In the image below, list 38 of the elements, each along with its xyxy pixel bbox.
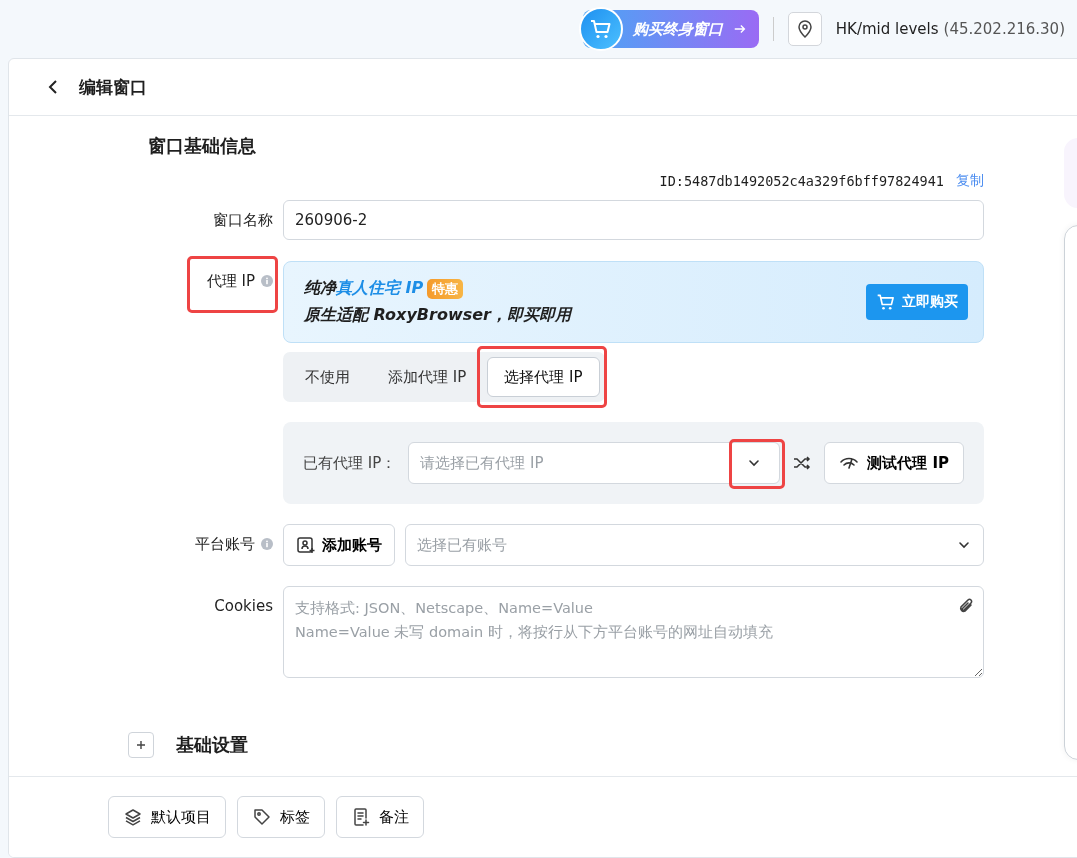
field-label: 窗口名称 [213,210,273,230]
page-title: 编辑窗口 [79,75,147,99]
footer-button[interactable]: 默认项目 [108,796,226,838]
proxy-mode-tab[interactable]: 添加代理 IP [371,357,484,397]
footer-button[interactable]: 标签 [237,796,325,838]
cart-icon [876,292,896,312]
section-title: 基础设置 [176,733,248,757]
info-icon [261,275,273,287]
window-id: ID:5487db1492052c4a329f6bff97824941 [659,173,944,189]
field-label: Cookies [214,597,273,615]
add-account-icon [296,535,316,555]
plus-icon [135,739,147,751]
discount-badge: 特惠 [427,278,464,299]
note-add-icon [351,807,371,827]
field-label: 平台账号 [195,534,255,554]
copy-link[interactable]: 复制 [956,172,984,190]
cookies-field[interactable]: 支持格式: JSON、Netscape、Name=Value Name=Value 未写 domain 时，将按行从下方平台账号的网址自动填充 [283,586,984,678]
field-label: 已有代理 IP： [303,453,397,473]
info-icon [261,538,273,550]
cart-icon [588,17,613,41]
test-proxy-button[interactable]: 测试代理 IP [824,442,964,484]
expand-toggle[interactable] [128,732,154,758]
add-account-button[interactable]: 添加账号 [283,524,395,566]
tag-icon [252,807,272,827]
banner-subtitle: 原生适配 RoxyBrowser，即买即用 [304,305,571,326]
proxy-mode-tab[interactable]: 不使用 [288,357,367,397]
location-button[interactable] [787,12,822,46]
proxy-mode-tab[interactable]: 选择代理 IP [487,357,600,397]
footer-button[interactable]: 备注 [336,796,424,838]
field-label: 代理 IP [206,271,255,291]
signal-icon [839,455,860,471]
window-name-field[interactable]: 260906-2 [283,200,984,240]
ip-address: (45.202.216.30) [943,20,1065,38]
arrow-right-icon [732,22,747,36]
section-title: 窗口基础信息 [148,134,257,158]
layers-icon [123,807,143,827]
banner-headline: 纯净真人住宅 IP [304,278,424,299]
location-name: HK/mid levels [835,20,939,38]
